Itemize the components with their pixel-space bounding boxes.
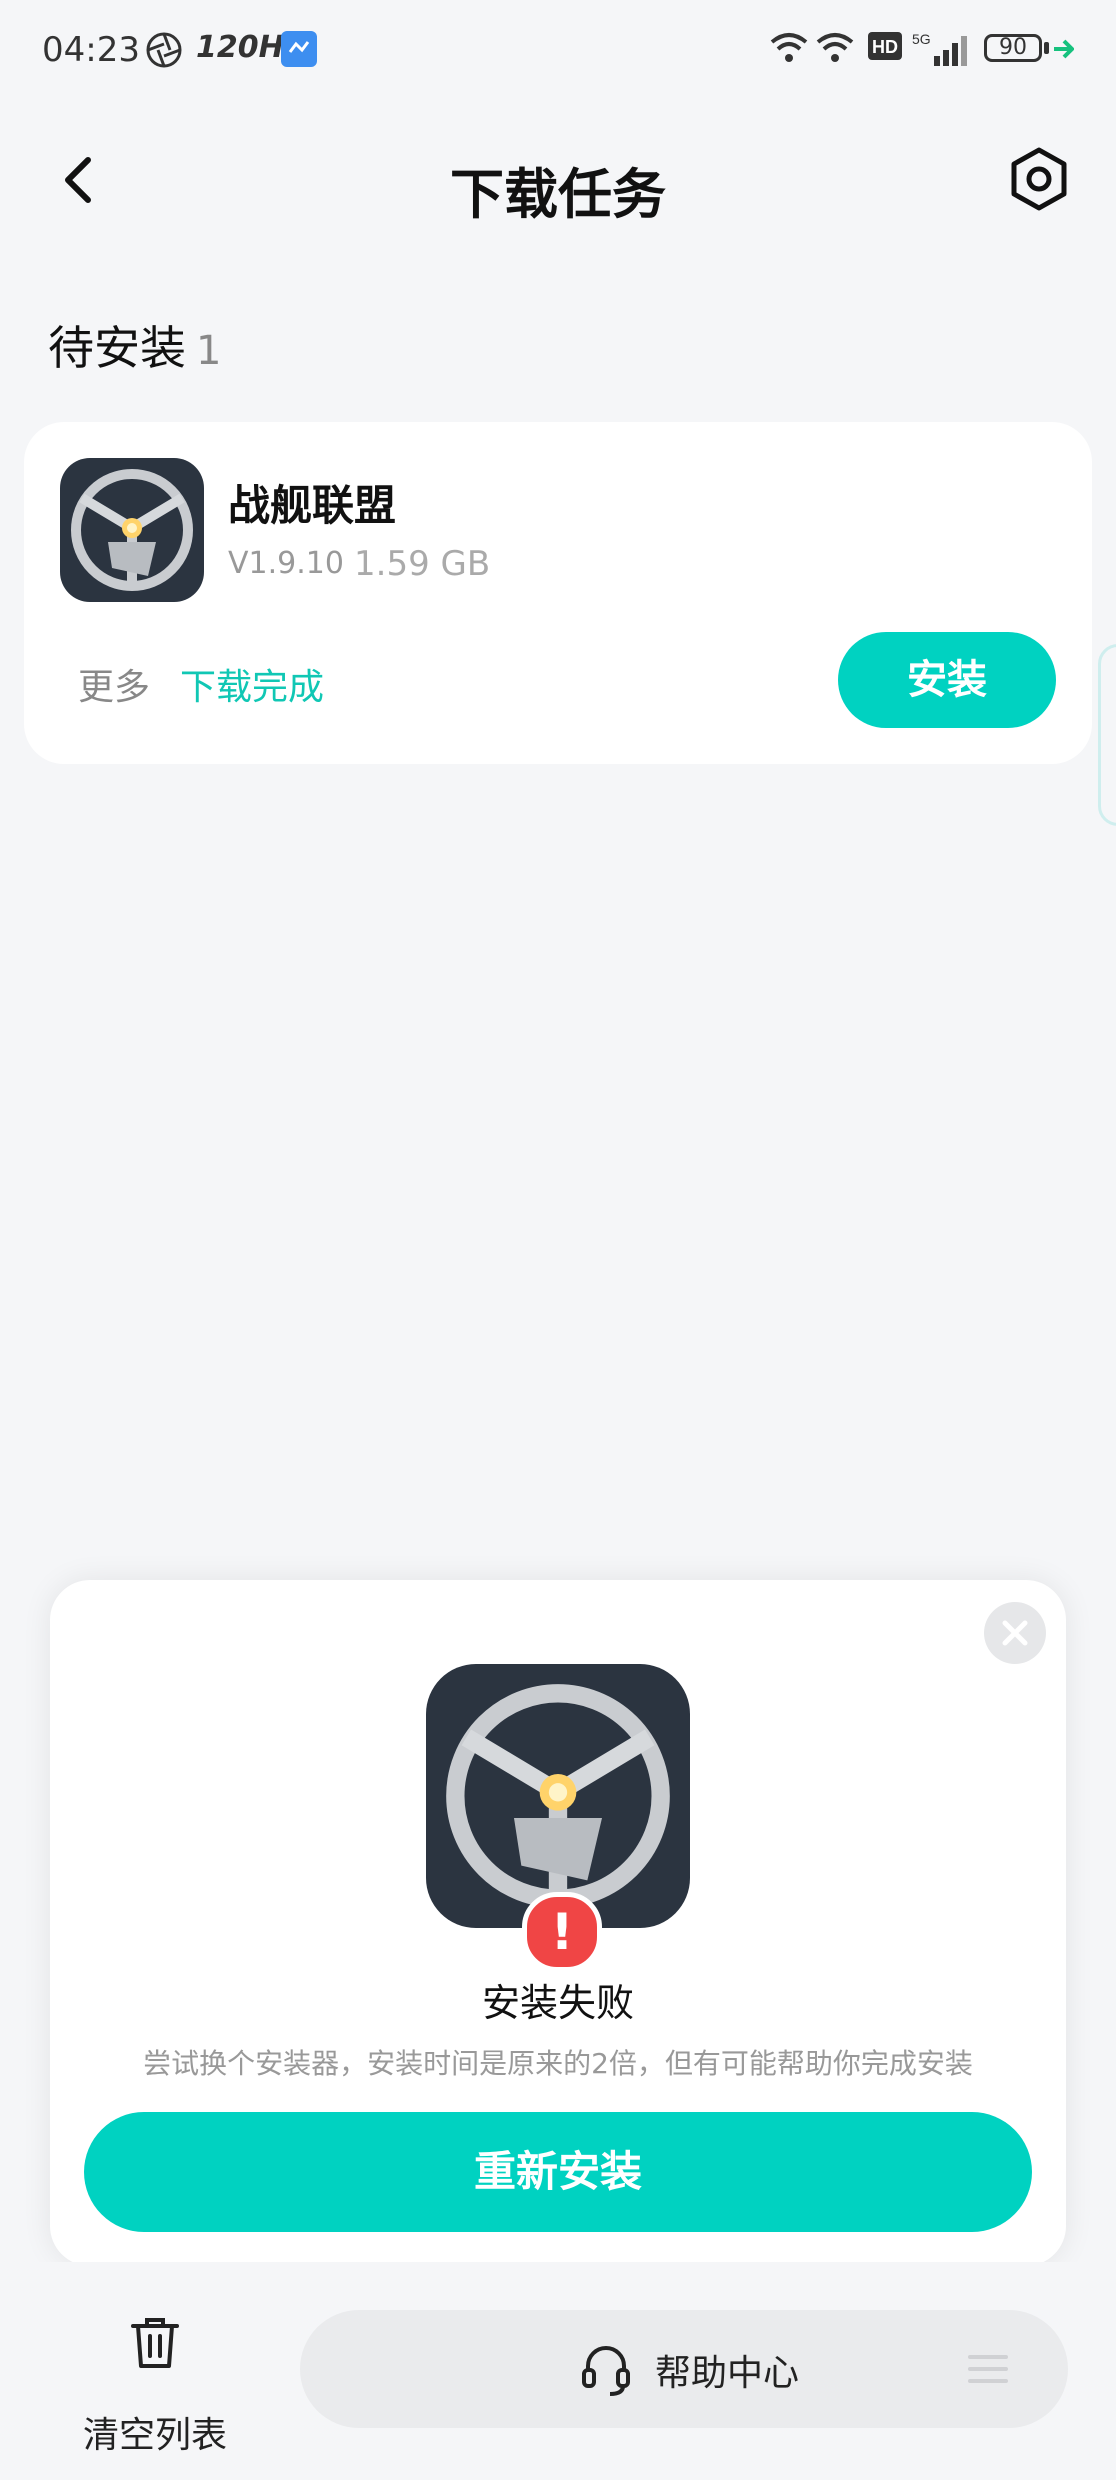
headset-icon	[582, 2346, 630, 2396]
download-task-card: 战舰联盟 V1.9.10 1.59 GB 更多 下载完成 安装	[24, 422, 1092, 764]
section-pending-install: 待安装 1	[48, 312, 221, 378]
aperture-icon	[146, 32, 182, 68]
trash-icon	[131, 2318, 179, 2368]
app-version: V1.9.10	[228, 546, 344, 581]
dialog-description: 尝试换个安装器，安装时间是原来的2倍，但有可能帮助你完成安装	[143, 2047, 973, 2080]
help-center-label: 帮助中心	[655, 2353, 800, 2394]
page-title: 下载任务	[450, 163, 666, 226]
page-header: 下载任务	[0, 120, 1116, 240]
close-icon	[1002, 1620, 1028, 1646]
error-icon: !	[522, 1892, 602, 1972]
screen-share-icon	[281, 31, 317, 67]
dialog-title: 安装失败	[481, 1981, 634, 2025]
dialog-app-icon	[426, 1664, 690, 1928]
section-count: 1	[196, 328, 222, 374]
close-button[interactable]	[984, 1602, 1046, 1664]
menu-icon[interactable]	[968, 2354, 1008, 2384]
bottom-bar: 清空列表 帮助中心	[0, 2262, 1116, 2480]
game-logo-icon	[426, 1664, 690, 1928]
battery-icon: 90	[984, 34, 1042, 62]
section-title: 待安装	[48, 321, 186, 375]
help-center-button[interactable]: 帮助中心	[300, 2310, 1068, 2428]
wifi-icon	[770, 33, 808, 62]
status-time: 04:23	[42, 30, 140, 70]
app-icon[interactable]	[60, 458, 204, 602]
app-size: 1.59 GB	[354, 544, 491, 584]
5g-signal-icon: 5G	[912, 31, 967, 66]
hd-icon: HD	[868, 32, 902, 60]
svg-text:5G: 5G	[912, 31, 931, 47]
install-failed-dialog: ! 安装失败 尝试换个安装器，安装时间是原来的2倍，但有可能帮助你完成安装 重新…	[50, 1580, 1066, 2266]
app-name: 战舰联盟	[228, 481, 397, 530]
download-status: 下载完成	[180, 667, 325, 708]
more-button[interactable]: 更多	[78, 658, 150, 710]
install-button[interactable]: 安装	[838, 632, 1056, 728]
svg-text:HD: HD	[872, 37, 898, 57]
game-logo-icon	[60, 458, 204, 602]
clear-list-label: 清空列表	[82, 2415, 227, 2456]
battery-tip	[1044, 42, 1049, 54]
settings-icon[interactable]	[1004, 144, 1074, 214]
wifi-icon	[816, 33, 854, 62]
clear-list-button[interactable]: 清空列表	[70, 2312, 240, 2456]
status-bar: 04:23 120Hz HD 5G 90	[0, 0, 1116, 100]
reinstall-button[interactable]: 重新安装	[84, 2112, 1032, 2232]
charging-icon	[1054, 39, 1074, 59]
floating-edge-tab[interactable]	[1098, 644, 1116, 826]
